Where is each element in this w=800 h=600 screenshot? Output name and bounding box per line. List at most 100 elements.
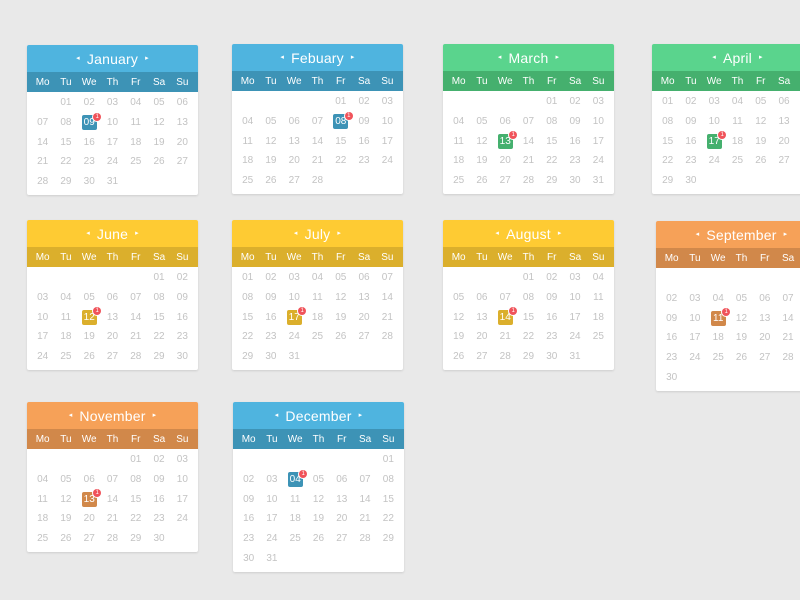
day-cell[interactable]: 05: [329, 268, 352, 288]
day-cell[interactable]: 30: [540, 347, 563, 367]
day-cell[interactable]: 15: [124, 489, 147, 509]
selected-day-cell[interactable]: 13 1: [78, 489, 102, 509]
selected-day-cell[interactable]: 13 1: [494, 131, 518, 151]
day-cell[interactable]: 31: [283, 347, 306, 367]
day-cell[interactable]: 03: [31, 288, 54, 308]
day-cell[interactable]: 26: [147, 152, 170, 172]
day-cell[interactable]: 14: [306, 131, 329, 151]
day-cell[interactable]: 18: [31, 509, 54, 529]
day-cell[interactable]: 24: [683, 348, 706, 368]
day-cell[interactable]: 22: [147, 327, 170, 347]
prev-month-button[interactable]: ◂: [707, 44, 721, 71]
day-cell[interactable]: 03: [376, 92, 399, 112]
day-cell[interactable]: 14: [124, 307, 147, 327]
day-cell[interactable]: 01: [329, 92, 352, 112]
day-cell[interactable]: 10: [283, 288, 306, 308]
day-cell[interactable]: 22: [517, 327, 540, 347]
day-cell[interactable]: 11: [124, 113, 147, 133]
day-cell[interactable]: 24: [283, 327, 306, 347]
day-cell[interactable]: 18: [124, 132, 147, 152]
day-cell[interactable]: 19: [259, 151, 282, 171]
day-cell[interactable]: 27: [352, 327, 375, 347]
day-cell[interactable]: 26: [259, 171, 282, 191]
day-cell[interactable]: 18: [726, 131, 749, 151]
day-cell[interactable]: 20: [470, 327, 493, 347]
day-cell[interactable]: 23: [237, 529, 260, 549]
day-cell[interactable]: 10: [31, 307, 54, 327]
day-cell[interactable]: 02: [563, 92, 586, 112]
day-cell[interactable]: 02: [660, 289, 683, 309]
day-cell[interactable]: 03: [101, 93, 124, 113]
prev-month-button[interactable]: ◂: [493, 44, 507, 71]
day-cell[interactable]: 07: [517, 112, 540, 132]
day-cell[interactable]: 08: [147, 288, 170, 308]
day-cell[interactable]: 05: [470, 112, 493, 132]
day-cell[interactable]: 23: [679, 151, 702, 171]
day-cell[interactable]: 19: [78, 327, 101, 347]
day-cell[interactable]: 29: [377, 529, 400, 549]
day-cell[interactable]: 03: [683, 289, 706, 309]
day-cell[interactable]: 29: [124, 529, 147, 549]
day-cell[interactable]: 03: [171, 450, 194, 470]
day-cell[interactable]: 01: [147, 268, 170, 288]
day-cell[interactable]: 20: [494, 151, 517, 171]
day-cell[interactable]: 13: [470, 307, 493, 327]
day-cell[interactable]: 25: [447, 171, 470, 191]
next-month-button[interactable]: ▸: [332, 220, 346, 247]
next-month-button[interactable]: ▸: [550, 44, 564, 71]
day-cell[interactable]: 26: [329, 327, 352, 347]
day-cell[interactable]: 05: [447, 288, 470, 308]
day-cell[interactable]: 21: [353, 509, 376, 529]
day-cell[interactable]: 02: [259, 268, 282, 288]
day-cell[interactable]: 04: [54, 288, 77, 308]
day-cell[interactable]: 07: [796, 92, 800, 112]
day-cell[interactable]: 24: [260, 529, 283, 549]
day-cell[interactable]: 27: [283, 171, 306, 191]
day-cell[interactable]: 12: [447, 307, 470, 327]
prev-month-button[interactable]: ◂: [71, 45, 85, 72]
day-cell[interactable]: 10: [376, 112, 399, 132]
day-cell[interactable]: 25: [707, 348, 730, 368]
day-cell[interactable]: 27: [753, 348, 776, 368]
day-cell[interactable]: 20: [101, 327, 124, 347]
day-cell[interactable]: 31: [260, 548, 283, 568]
selected-day-cell[interactable]: 09 1: [78, 112, 102, 133]
selected-day-cell[interactable]: 17 1: [283, 307, 307, 327]
day-cell[interactable]: 09: [679, 112, 702, 132]
day-cell[interactable]: 20: [772, 131, 795, 151]
day-cell[interactable]: 31: [101, 172, 124, 192]
day-cell[interactable]: 04: [447, 112, 470, 132]
day-cell[interactable]: 27: [171, 152, 194, 172]
day-cell[interactable]: 20: [753, 328, 776, 348]
day-cell[interactable]: 27: [772, 151, 795, 171]
day-cell[interactable]: 22: [124, 509, 147, 529]
day-cell[interactable]: 27: [330, 529, 353, 549]
next-month-button[interactable]: ▸: [140, 45, 154, 72]
day-cell[interactable]: 06: [772, 92, 795, 112]
day-cell[interactable]: 03: [563, 268, 586, 288]
day-cell[interactable]: 21: [517, 151, 540, 171]
day-cell[interactable]: 06: [101, 288, 124, 308]
day-cell[interactable]: 09: [147, 470, 170, 490]
day-cell[interactable]: 01: [656, 92, 679, 112]
day-cell[interactable]: 19: [329, 307, 352, 327]
day-cell[interactable]: 26: [470, 171, 493, 191]
day-cell[interactable]: 10: [703, 112, 726, 132]
day-cell[interactable]: 01: [124, 450, 147, 470]
day-cell[interactable]: 27: [494, 171, 517, 191]
day-cell[interactable]: 23: [563, 151, 586, 171]
day-cell[interactable]: 21: [306, 151, 329, 171]
day-cell[interactable]: 09: [171, 288, 194, 308]
day-cell[interactable]: 22: [329, 151, 352, 171]
day-cell[interactable]: 02: [171, 268, 194, 288]
day-cell[interactable]: 19: [54, 509, 77, 529]
day-cell[interactable]: 10: [171, 470, 194, 490]
day-cell[interactable]: 28: [517, 171, 540, 191]
day-cell[interactable]: 11: [306, 288, 329, 308]
day-cell[interactable]: 19: [147, 132, 170, 152]
day-cell[interactable]: 09: [660, 308, 683, 328]
day-cell[interactable]: 29: [54, 172, 77, 192]
day-cell[interactable]: 07: [101, 470, 124, 490]
day-cell[interactable]: 04: [707, 289, 730, 309]
day-cell[interactable]: 02: [78, 93, 101, 113]
